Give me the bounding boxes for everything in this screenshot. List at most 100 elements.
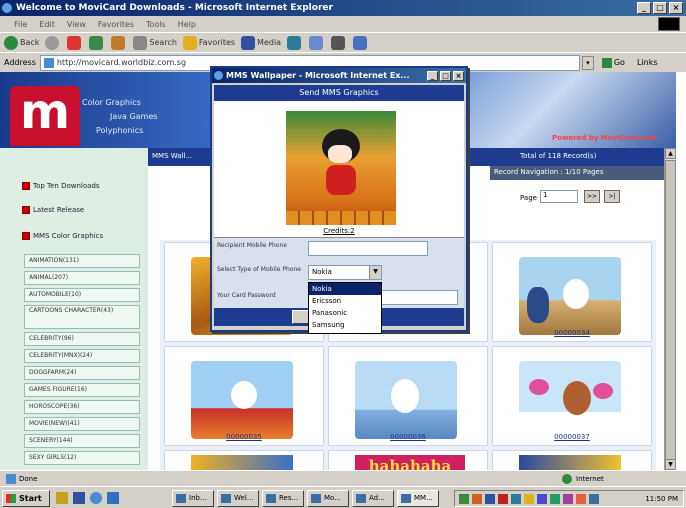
edit-button[interactable] [353,35,369,50]
category-item[interactable]: SEXY GIRLS(12) [24,451,140,465]
category-item[interactable]: ANIMAL(207) [24,271,140,285]
thumbnail-caption[interactable]: 00000034 [493,329,651,337]
scroll-thumb[interactable] [665,160,676,460]
close-button[interactable]: × [669,2,683,14]
thumbnail-caption[interactable]: 00000037 [493,433,651,441]
thumbnail-cell[interactable] [164,450,324,470]
start-button[interactable]: Start [2,490,50,507]
category-item[interactable]: HOROSCOPE(36) [24,400,140,414]
category-item[interactable]: DOGGFARM(24) [24,366,140,380]
task-button[interactable]: Wel... [217,490,259,507]
tray-icon[interactable] [459,493,469,504]
task-button[interactable]: Res... [262,490,304,507]
search-button[interactable]: Search [133,35,177,50]
quicklaunch-icon[interactable] [107,492,119,504]
category-item[interactable]: CELEBRITY(96) [24,332,140,346]
menu-favorites[interactable]: Favorites [98,20,134,29]
category-item[interactable]: CARTOONS CHARACTER(43) [24,305,140,329]
nav-latest-release[interactable]: Latest Release [22,206,84,214]
quicklaunch-icon[interactable] [56,492,68,504]
refresh-button[interactable] [89,35,105,50]
minimize-button[interactable]: _ [637,2,651,14]
tray-icon[interactable] [589,493,599,504]
favorites-button[interactable]: Favorites [182,35,235,50]
media-button[interactable]: Media [241,35,281,50]
quicklaunch-icon[interactable] [90,492,102,504]
phone-type-select[interactable]: Nokia ▼ [308,265,382,280]
thumbnail-cell[interactable]: 00000034 [492,242,652,342]
category-item[interactable]: MOVIE(NEW)(41) [24,417,140,431]
thumbnail-cell[interactable] [492,450,652,470]
thumbnail-image[interactable]: hahahaha [355,455,465,470]
scroll-up-button[interactable]: ▲ [665,148,676,159]
tray-icon[interactable] [472,493,482,504]
dropdown-option[interactable]: Panasonic [309,307,381,319]
category-item[interactable]: SCENERY(144) [24,434,140,448]
scroll-down-button[interactable]: ▼ [665,459,676,470]
tray-icon[interactable] [511,493,521,504]
thumbnail-cell[interactable]: 00000035 [164,346,324,446]
stop-button[interactable] [67,35,83,50]
menu-tools[interactable]: Tools [146,20,166,29]
site-logo[interactable]: m [10,84,80,146]
thumbnail-cell[interactable]: hahahaha [328,450,488,470]
address-dropdown-icon[interactable]: ▾ [581,55,594,70]
links-button[interactable]: Links [637,58,658,67]
category-item[interactable]: AUTOMOBILE(10) [24,288,140,302]
thumbnail-image[interactable] [519,455,621,470]
clock[interactable]: 11:50 PM [645,495,678,503]
tray-icon[interactable] [550,493,560,504]
thumbnail-image[interactable] [355,361,457,439]
home-button[interactable] [111,35,127,50]
vertical-scrollbar[interactable]: ▲ ▼ [664,148,676,470]
dropdown-option[interactable]: Nokia [309,283,381,295]
nav-mms-color-graphics[interactable]: MMS Color Graphics [22,232,103,240]
task-button[interactable]: Mo... [307,490,349,507]
page-number-input[interactable]: 1 [540,190,578,203]
last-page-button[interactable]: >| [604,190,620,203]
go-button[interactable]: Go [601,57,625,68]
forward-button[interactable] [45,35,61,50]
task-button[interactable]: Inb... [172,490,214,507]
thumbnail-caption[interactable]: 00000036 [329,433,487,441]
tray-icon[interactable] [485,493,495,504]
menu-help[interactable]: Help [178,20,196,29]
task-button[interactable]: MM... [397,490,439,507]
category-item[interactable]: GAMES FIGURE(16) [24,383,140,397]
nav-top-ten[interactable]: Top Ten Downloads [22,182,100,190]
tab-label[interactable]: MMS Wall... [152,152,192,160]
back-button[interactable]: Back [4,35,39,50]
tray-icon[interactable] [498,493,508,504]
thumbnail-image[interactable] [519,361,621,439]
dropdown-arrow-icon[interactable]: ▼ [369,266,381,279]
quicklaunch-icon[interactable] [73,492,85,504]
thumbnail-caption[interactable]: 00000035 [165,433,323,441]
phone-type-dropdown-list[interactable]: Nokia Ericsson Panasonic Samsung [308,282,382,334]
category-item[interactable]: CELEBRITY(MNX)(24) [24,349,140,363]
menu-view[interactable]: View [67,20,86,29]
maximize-button[interactable]: □ [653,2,667,14]
thumbnail-cell[interactable]: 00000036 [328,346,488,446]
thumbnail-image[interactable] [191,361,293,439]
menu-file[interactable]: File [14,20,27,29]
menu-edit[interactable]: Edit [39,20,55,29]
tray-icon[interactable] [537,493,547,504]
category-item[interactable]: ANIMATION(131) [24,254,140,268]
task-button[interactable]: Ad... [352,490,394,507]
phone-input[interactable] [308,241,428,256]
thumbnail-cell[interactable]: 00000037 [492,346,652,446]
history-button[interactable] [287,35,303,50]
tray-icon[interactable] [524,493,534,504]
popup-minimize-button[interactable]: _ [427,70,438,81]
thumbnail-image[interactable] [191,455,293,470]
mail-button[interactable] [309,35,325,50]
popup-close-button[interactable]: × [453,70,464,81]
print-button[interactable] [331,35,347,50]
next-page-button[interactable]: >> [584,190,600,203]
dropdown-option[interactable]: Ericsson [309,295,381,307]
popup-maximize-button[interactable]: □ [440,70,451,81]
thumbnail-image[interactable] [519,257,621,335]
tray-icon[interactable] [563,493,573,504]
tray-icon[interactable] [576,493,586,504]
dropdown-option[interactable]: Samsung [309,319,381,331]
